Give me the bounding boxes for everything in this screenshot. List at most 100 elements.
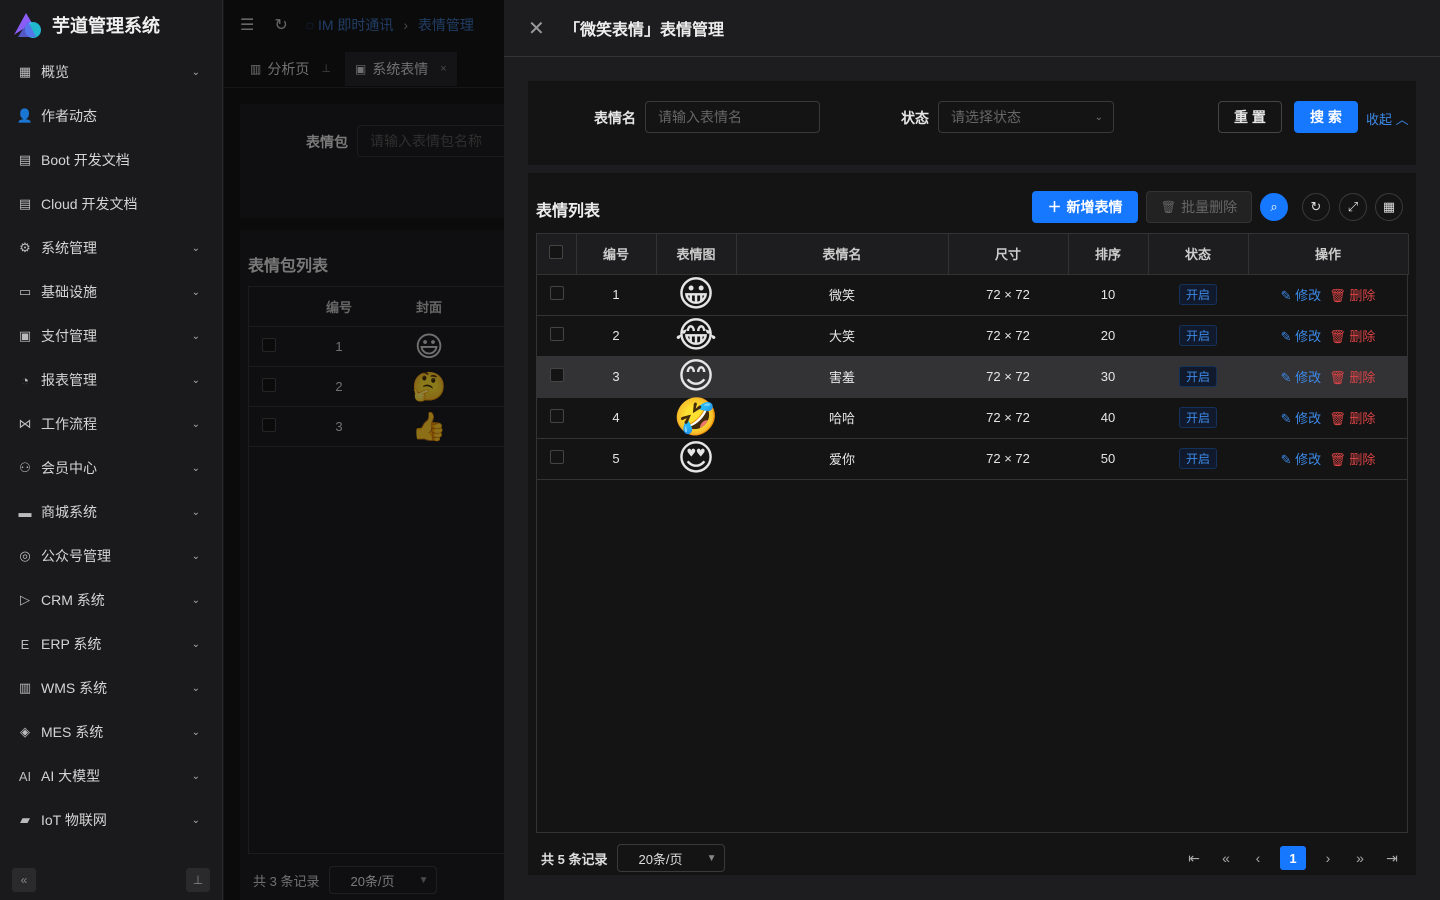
table-row[interactable]: 1 😀 微笑 72 × 72 10 开启 ✎ 修改 🗑 删除 [537,273,1408,316]
sidebar-item[interactable]: ▭ 基础设施 ⌄ [0,270,222,314]
delete-button[interactable]: 🗑 删除 [1329,329,1375,344]
select-all-checkbox[interactable] [549,245,564,260]
table-row[interactable]: 2 😂 大笑 72 × 72 20 开启 ✎ 修改 🗑 删除 [537,315,1408,357]
status-select[interactable]: 请选择状态 ⌄ [938,101,1114,133]
collapse-sidebar-icon[interactable]: « [12,868,36,892]
edit-icon: ✎ [1280,370,1296,385]
chip-icon: ◈ [20,724,30,739]
row-checkbox-cell[interactable] [537,397,576,439]
chevron-down-icon: ⌄ [191,770,200,782]
cell-no: 3 [576,356,656,398]
next-group-icon[interactable]: » [1344,850,1376,866]
monitor-icon: ▭ [18,284,32,299]
edit-button[interactable]: ✎ 修改 [1281,329,1322,344]
next-page-icon[interactable]: › [1312,850,1344,866]
cell-sort: 30 [1068,356,1148,398]
prev-page-icon[interactable]: ‹ [1242,850,1274,866]
sidebar-item[interactable]: ◈ MES 系统 ⌄ [0,710,222,754]
row-checkbox[interactable] [549,327,564,341]
sidebar-item[interactable]: ⋈ 工作流程 ⌄ [0,402,222,446]
cell-size: 72 × 72 [948,315,1068,357]
row-checkbox-cell[interactable] [537,356,576,398]
edit-button[interactable]: ✎ 修改 [1281,411,1322,426]
gear-icon: ⚙ [19,240,31,255]
row-checkbox-cell[interactable] [537,315,576,357]
name-input[interactable]: 请输入表情名 [645,101,820,133]
table-row[interactable]: 3 😊 害羞 72 × 72 30 开启 ✎ 修改 🗑 删除 [537,356,1408,398]
page-size-select[interactable]: 20条/页 ▼ [617,844,726,872]
sidebar-item[interactable]: ◔ 报表管理 ⌄ [0,358,222,402]
columns-icon[interactable]: ▦ [1375,193,1403,221]
sidebar-item[interactable]: AI AI 大模型 ⌄ [0,754,222,798]
last-page-icon[interactable]: ⇥ [1376,850,1408,867]
row-checkbox-cell[interactable] [537,438,576,480]
batch-delete-label: 批量删除 [1181,199,1238,215]
prev-group-icon[interactable]: « [1210,850,1242,866]
brand[interactable]: 芋道管理系统 [0,0,222,50]
sidebar-item[interactable]: ▬ 商城系统 ⌄ [0,490,222,534]
row-checkbox[interactable] [549,409,564,423]
cell-name: 大笑 [736,315,948,357]
page-size-value: 20条/页 [638,851,683,867]
add-label: 新增表情 [1066,199,1123,215]
cell-name: 微笑 [736,274,948,316]
edit-label: 修改 [1295,370,1322,385]
sidebar-item-label: MES 系统 [41,724,104,740]
chevron-down-icon: ⌄ [191,330,200,342]
edit-button[interactable]: ✎ 修改 [1281,288,1322,303]
table-header-row: 编号 表情图 表情名 尺寸 排序 状态 操作 [537,234,1409,275]
sidebar-item[interactable]: ▤ Cloud 开发文档 [0,182,222,226]
sidebar-item[interactable]: ▦ 概览 ⌄ [0,50,222,94]
delete-button[interactable]: 🗑 删除 [1329,411,1375,426]
sidebar-item[interactable]: ▣ 支付管理 ⌄ [0,314,222,358]
emoji-image: 😀 [677,273,715,315]
app-title: 芋道管理系统 [52,16,160,36]
ai-icon: AI [18,768,32,784]
chevron-down-icon: ⌄ [191,638,200,650]
reset-button[interactable]: 重 置 [1218,101,1282,133]
row-checkbox[interactable] [549,286,564,300]
sidebar-item[interactable]: ▰ IoT 物联网 ⌄ [0,798,222,842]
cell-actions: ✎ 修改 🗑 删除 [1248,397,1408,439]
search-button[interactable]: 搜 索 [1294,101,1358,133]
shop-icon: ▬ [18,504,32,520]
sidebar-item[interactable]: ⚇ 会员中心 ⌄ [0,446,222,490]
cell-actions: ✎ 修改 🗑 删除 [1248,356,1408,398]
first-page-icon[interactable]: ⇤ [1178,850,1210,867]
drawer-mask[interactable] [224,0,504,900]
cell-status: 开启 [1148,274,1248,316]
close-icon[interactable]: ✕ [528,16,545,41]
page-number-current[interactable]: 1 [1280,846,1306,870]
table-row[interactable]: 4 🤣 哈哈 72 × 72 40 开启 ✎ 修改 🗑 删除 [537,397,1408,439]
sidebar-item[interactable]: ◎ 公众号管理 ⌄ [0,534,222,578]
fullscreen-icon[interactable]: ⤢ [1339,193,1367,221]
sidebar-item[interactable]: ▥ WMS 系统 ⌄ [0,666,222,710]
sidebar-item[interactable]: ▷ CRM 系统 ⌄ [0,578,222,622]
delete-button[interactable]: 🗑 删除 [1329,370,1375,385]
sidebar-item[interactable]: 👤 作者动态 [0,94,222,138]
batch-delete-button[interactable]: 🗑 批量删除 [1146,191,1252,223]
row-checkbox-cell[interactable] [537,274,576,316]
search-toggle-icon[interactable]: ⌕ [1260,193,1288,221]
sidebar-item-label: WMS 系统 [41,680,108,696]
add-emoji-button[interactable]: ＋新增表情 [1032,191,1138,223]
edit-button[interactable]: ✎ 修改 [1281,452,1322,467]
pin-icon[interactable]: ⊥ [186,868,210,892]
sidebar-item[interactable]: E ERP 系统 ⌄ [0,622,222,666]
workflow-icon: ⋈ [18,416,32,431]
col-sort: 排序 [1068,234,1149,275]
edit-button[interactable]: ✎ 修改 [1281,370,1322,385]
table-row[interactable]: 5 😍 爱你 72 × 72 50 开启 ✎ 修改 🗑 删除 [537,438,1408,480]
refresh-icon[interactable]: ↻ [1302,193,1330,221]
collapse-link[interactable]: 收起 ︿ [1366,109,1409,128]
list-panel: 表情列表 ＋新增表情 🗑 批量删除 ⌕ ↻ ⤢ ▦ 编号 表情图 表情名 尺寸 … [528,165,1416,875]
row-checkbox[interactable] [549,368,564,382]
delete-button[interactable]: 🗑 删除 [1329,452,1375,467]
delete-button[interactable]: 🗑 删除 [1329,288,1375,303]
sidebar-item[interactable]: ▤ Boot 开发文档 [0,138,222,182]
select-all-cell[interactable] [537,234,577,275]
edit-icon: ✎ [1280,411,1296,426]
sidebar-item[interactable]: ⚙ 系统管理 ⌄ [0,226,222,270]
router-icon: ▰ [20,812,30,827]
row-checkbox[interactable] [549,450,564,464]
